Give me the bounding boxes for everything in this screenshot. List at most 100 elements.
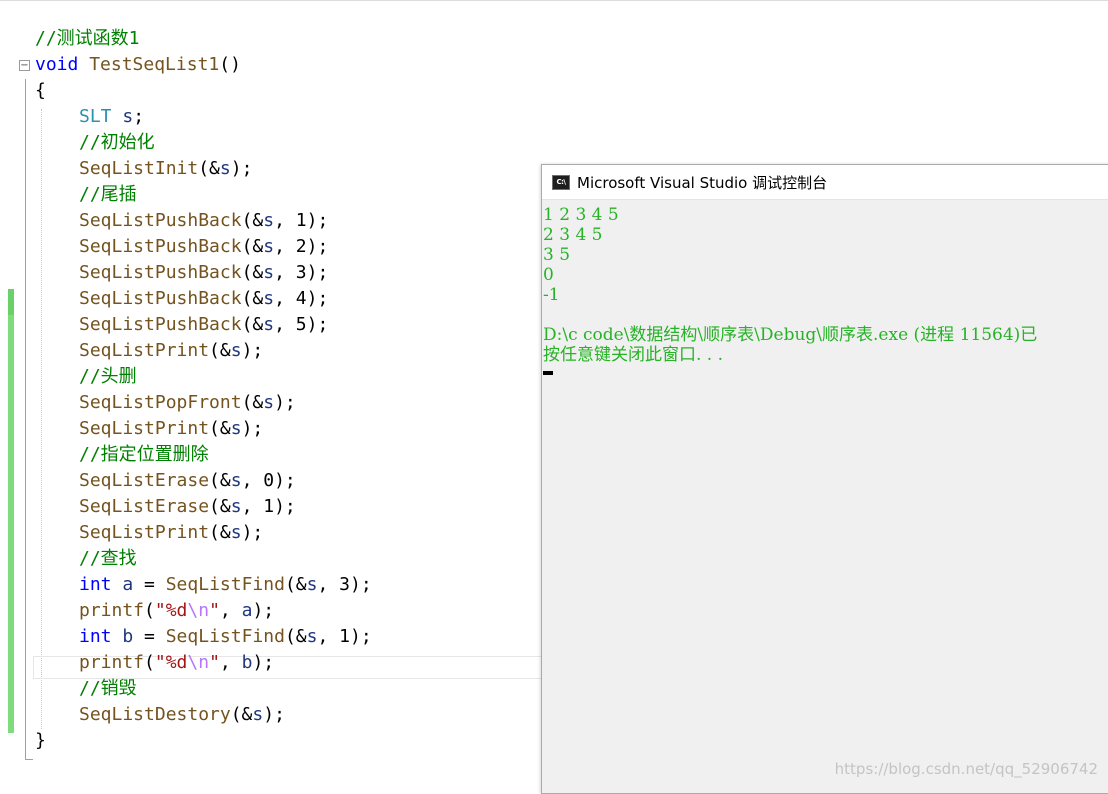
code-token: ;	[133, 106, 145, 127]
code-token: SeqListPrint	[79, 418, 210, 439]
console-titlebar[interactable]: C:\ Microsoft Visual Studio 调试控制台	[542, 165, 1108, 200]
code-token: s	[230, 418, 242, 439]
code-token: (&	[209, 470, 231, 491]
code-token: "	[209, 600, 220, 621]
code-line[interactable]: }	[35, 728, 372, 754]
code-line[interactable]: SeqListPrint(&s);	[35, 520, 372, 546]
code-token: (&	[284, 574, 307, 595]
code-line[interactable]: SeqListErase(&s, 1);	[35, 494, 372, 520]
code-token: s	[230, 522, 242, 543]
console-output[interactable]: 1 2 3 4 52 3 4 53 5 0 -1 D:\c code\数据结构\顺序表…	[542, 200, 1108, 365]
code-token: s	[263, 392, 275, 413]
code-line[interactable]: printf("%d\n", a);	[35, 598, 372, 624]
code-token: (&	[198, 158, 220, 179]
code-line[interactable]: SLT s;	[35, 104, 372, 130]
code-token: SeqListFind	[165, 574, 285, 595]
code-token: b	[122, 626, 134, 647]
code-line[interactable]: //测试函数1	[35, 26, 372, 52]
code-token: SeqListDestory	[79, 704, 231, 725]
code-token: }	[35, 730, 46, 751]
code-line[interactable]: {	[35, 78, 372, 104]
code-token: {	[35, 80, 46, 101]
debug-console-window[interactable]: C:\ Microsoft Visual Studio 调试控制台 1 2 3 …	[541, 164, 1108, 794]
code-token: );	[274, 392, 296, 413]
code-line[interactable]: //初始化	[35, 130, 372, 156]
code-line[interactable]: SeqListPrint(&s);	[35, 416, 372, 442]
code-line[interactable]: //销毁	[35, 676, 372, 702]
code-token: SLT	[79, 106, 112, 127]
console-cursor	[543, 371, 553, 375]
code-token: "%d	[154, 652, 188, 673]
code-line[interactable]: SeqListPrint(&s);	[35, 338, 372, 364]
console-app-icon: C:\	[552, 174, 570, 190]
code-lines[interactable]: //测试函数1 void TestSeqList1(){SLT s;//初始化 Se…	[35, 26, 372, 754]
code-token: s	[263, 288, 275, 309]
code-line[interactable]: SeqListErase(&s, 0);	[35, 468, 372, 494]
code-token: "	[209, 652, 220, 673]
code-token: //销毁	[79, 678, 137, 699]
code-token: );	[252, 600, 275, 621]
code-token: "%d	[154, 600, 188, 621]
watermark: https://blog.csdn.net/qq_52906742	[834, 760, 1098, 778]
code-token: SeqListErase	[79, 470, 210, 491]
code-line[interactable]: void TestSeqList1()	[35, 52, 372, 78]
collapse-toggle-icon[interactable]: −	[19, 60, 30, 71]
code-token: SeqListPushBack	[79, 262, 242, 283]
code-token: (&	[284, 626, 307, 647]
code-token: SeqListPushBack	[79, 210, 242, 231]
code-token: );	[241, 522, 264, 543]
code-token: (&	[209, 496, 231, 517]
code-token: (&	[241, 210, 264, 231]
code-token: s	[306, 574, 318, 595]
code-token: int	[79, 574, 112, 595]
code-line[interactable]: int a = SeqListFind(&s, 3);	[35, 572, 372, 598]
code-token: ,	[219, 652, 242, 673]
code-token: );	[263, 704, 285, 725]
code-line[interactable]: SeqListPushBack(&s, 3);	[35, 260, 372, 286]
code-line[interactable]: int b = SeqListFind(&s, 1);	[35, 624, 372, 650]
code-line[interactable]: SeqListDestory(&s);	[35, 702, 372, 728]
code-token: s	[252, 704, 264, 725]
code-token: );	[241, 418, 264, 439]
code-line[interactable]: SeqListPushBack(&s, 4);	[35, 286, 372, 312]
code-token: );	[241, 340, 264, 361]
code-token: (	[144, 600, 155, 621]
console-title: Microsoft Visual Studio 调试控制台	[577, 173, 828, 192]
code-token: //头删	[79, 366, 137, 387]
code-line[interactable]: SeqListPushBack(&s, 5);	[35, 312, 372, 338]
code-line[interactable]: SeqListPopFront(&s);	[35, 390, 372, 416]
code-token: (	[144, 652, 155, 673]
code-token: (&	[209, 340, 231, 361]
code-token: , 3);	[274, 262, 329, 283]
code-token: SeqListPrint	[79, 522, 210, 543]
code-token: //尾插	[79, 184, 137, 205]
code-token: \n	[187, 600, 210, 621]
code-token: , 3);	[317, 574, 372, 595]
code-line[interactable]: //尾插	[35, 182, 372, 208]
code-token: (&	[241, 314, 264, 335]
outline-guide-end	[25, 759, 33, 760]
code-token: s	[230, 340, 242, 361]
code-token: SeqListPushBack	[79, 288, 242, 309]
code-token: SeqListFind	[165, 626, 285, 647]
code-token: SeqListErase	[79, 496, 210, 517]
code-line[interactable]: //查找	[35, 546, 372, 572]
code-token: //测试函数1	[35, 28, 140, 49]
change-indicator	[8, 289, 14, 315]
code-line[interactable]: printf("%d\n", b);	[35, 650, 372, 676]
console-line: 0	[543, 265, 554, 285]
code-token: , 1);	[241, 496, 296, 517]
code-line[interactable]: SeqListPushBack(&s, 2);	[35, 234, 372, 260]
code-line[interactable]: //头删	[35, 364, 372, 390]
code-token: (&	[241, 236, 264, 257]
code-line[interactable]: SeqListInit(&s);	[35, 156, 372, 182]
code-line[interactable]: //指定位置删除	[35, 442, 372, 468]
code-token: (&	[241, 288, 264, 309]
code-token: =	[133, 574, 166, 595]
code-token: b	[241, 652, 253, 673]
code-token: , 0);	[241, 470, 296, 491]
code-token: SeqListPopFront	[79, 392, 242, 413]
code-line[interactable]: SeqListPushBack(&s, 1);	[35, 208, 372, 234]
